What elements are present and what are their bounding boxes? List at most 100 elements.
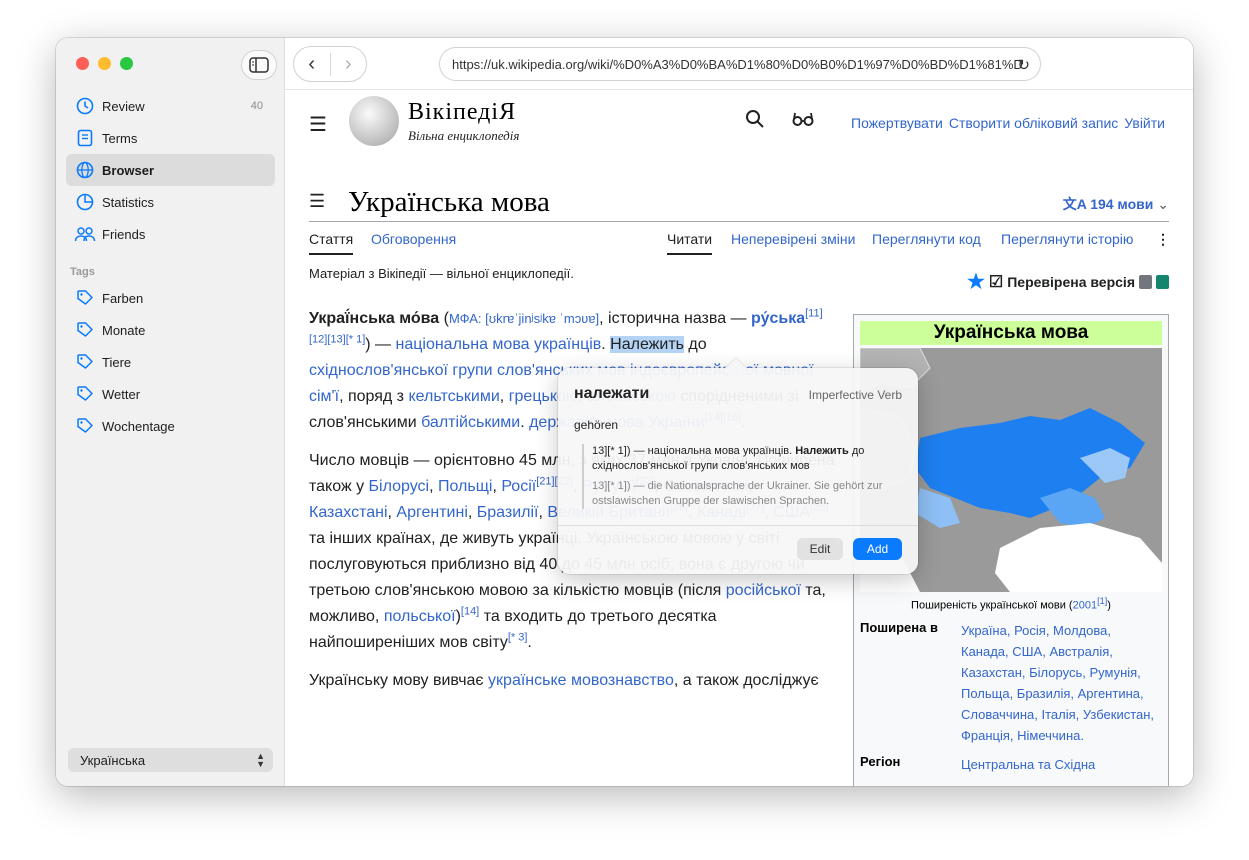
- chart-icon: [74, 191, 96, 213]
- sidebar-item-label: Terms: [102, 130, 138, 146]
- star-icon: ★: [966, 271, 985, 293]
- context-word: Належить: [795, 445, 849, 457]
- zoom-window-button[interactable]: [120, 57, 133, 70]
- forward-button[interactable]: ›: [329, 52, 367, 76]
- url-text: https://uk.wikipedia.org/wiki/%D0%A3%D0%…: [452, 56, 1023, 72]
- sidebar-item-label: Friends: [102, 226, 146, 242]
- sidebar-item-review[interactable]: Review 40: [66, 90, 275, 122]
- infobox-label: Регіон: [860, 753, 901, 769]
- tag-icon: [74, 351, 96, 373]
- main-menu-icon[interactable]: ☰: [309, 112, 327, 137]
- back-button[interactable]: ‹: [294, 53, 330, 76]
- close-window-button[interactable]: [76, 57, 89, 70]
- context-original: 13][* 1]) — національна мова українців. …: [592, 444, 902, 474]
- languages-button[interactable]: 文A 194 мови ⌄: [1063, 194, 1169, 214]
- article-paragraph: Українську мову вивчає українське мовозн…: [309, 672, 819, 689]
- wiki-logo-subtitle: Вільна енциклопедія: [408, 128, 520, 143]
- add-button[interactable]: Add: [853, 538, 902, 560]
- page-title: Українська мова: [348, 186, 550, 218]
- sidebar: Review 40 Terms Browser Statistics Frien…: [56, 38, 285, 786]
- context-translation: 13][* 1]) — die Nationalsprache der Ukra…: [592, 480, 883, 507]
- tag-icon: [74, 287, 96, 309]
- sidebar-item-browser[interactable]: Browser: [66, 154, 275, 186]
- tab-unreviewed-changes[interactable]: Неперевірені зміни: [731, 231, 855, 255]
- infobox-label: Поширена в: [860, 619, 938, 635]
- infobox-value[interactable]: Україна, Росія, Молдова, Канада, США, Ав…: [961, 620, 1162, 746]
- context-before: 13][* 1]) — національна мова українців.: [592, 445, 796, 457]
- tags-section-header: Tags: [70, 266, 95, 278]
- tab-read[interactable]: Читати: [667, 231, 713, 255]
- lock-plus-icon: [1156, 274, 1169, 289]
- popover-part-of-speech: Imperfective Verb: [808, 388, 902, 402]
- map-caption-ref[interactable]: [1]: [1097, 596, 1107, 606]
- infobox-value[interactable]: Центральна та Східна: [961, 754, 1162, 775]
- page-title-row: ☰ Українська мова 文A 194 мови ⌄: [309, 184, 1169, 222]
- sidebar-tag-label: Farben: [102, 290, 144, 306]
- sidebar-item-statistics[interactable]: Statistics: [66, 186, 275, 218]
- create-account-link[interactable]: Створити обліковий запис: [949, 115, 1118, 131]
- languages-label: 194 мови: [1090, 196, 1154, 212]
- chevron-updown-icon: ▲ ▼: [256, 751, 265, 769]
- map-caption-text: Поширеність української мови (: [911, 599, 1073, 612]
- map-caption: Поширеність української мови (2001[1]): [860, 596, 1162, 612]
- page-tabs: Стаття Обговорення Читати Неперевірені з…: [309, 231, 1170, 255]
- review-count-badge: 40: [250, 100, 263, 112]
- tag-icon: [74, 383, 96, 405]
- browser-toolbar: ‹ › https://uk.wikipedia.org/wiki/%D0%A3…: [285, 38, 1193, 90]
- sidebar-tag-monate[interactable]: Monate: [66, 314, 275, 346]
- tag-icon: [74, 319, 96, 341]
- verified-indicator[interactable]: ★ ☑ Перевірена версія: [967, 269, 1169, 294]
- sidebar-tag-wochentage[interactable]: Wochentage: [66, 410, 275, 442]
- sidebar-toggle-button[interactable]: [241, 50, 277, 80]
- site-sub: Матеріал з Вікіпедії — вільної енциклопе…: [309, 266, 574, 281]
- toc-icon[interactable]: ☰: [309, 191, 325, 212]
- reload-icon[interactable]: ↻: [1017, 56, 1030, 74]
- map-caption-close: ): [1107, 599, 1111, 612]
- verified-label: Перевірена версія: [1007, 273, 1135, 290]
- language-select[interactable]: Українська ▲ ▼: [68, 748, 273, 772]
- sidebar-tag-farben[interactable]: Farben: [66, 282, 275, 314]
- globe-icon: [74, 159, 96, 181]
- popover-divider: [558, 525, 918, 526]
- wikipedia-logo[interactable]: [349, 96, 399, 146]
- url-bar[interactable]: https://uk.wikipedia.org/wiki/%D0%A3%D0%…: [439, 47, 1041, 81]
- popover-context: 13][* 1]) — національна мова українців. …: [582, 444, 902, 509]
- map-caption-link[interactable]: 2001: [1073, 600, 1097, 612]
- lock-icon: [1139, 274, 1152, 289]
- minimize-window-button[interactable]: [98, 57, 111, 70]
- glasses-icon[interactable]: [792, 111, 814, 132]
- donate-link[interactable]: Пожертвувати: [851, 115, 943, 131]
- language-select-value: Українська: [80, 752, 146, 768]
- sidebar-tag-wetter[interactable]: Wetter: [66, 378, 275, 410]
- people-icon: [74, 223, 96, 245]
- sidebar-tag-label: Monate: [102, 322, 146, 338]
- search-icon[interactable]: [745, 109, 765, 134]
- nav-buttons: ‹ ›: [293, 46, 367, 82]
- sidebar-item-terms[interactable]: Terms: [66, 122, 275, 154]
- clock-icon: [74, 95, 96, 117]
- sidebar-item-label: Browser: [102, 162, 155, 178]
- sidebar-item-label: Statistics: [102, 194, 155, 210]
- login-link[interactable]: Увійти: [1124, 115, 1165, 131]
- tab-article[interactable]: Стаття: [309, 231, 354, 255]
- wiki-logo-title: ВікіпедіЯ: [408, 99, 517, 125]
- infobox-row-region: Регіон Центральна та Східна: [860, 754, 1162, 775]
- sidebar-tag-tiere[interactable]: Tiere: [66, 346, 275, 378]
- popover-word: належати: [574, 385, 650, 402]
- tab-talk[interactable]: Обговорення: [371, 231, 456, 255]
- sidebar-item-friends[interactable]: Friends: [66, 218, 275, 250]
- book-icon: [74, 127, 96, 149]
- translate-icon: 文A: [1062, 196, 1087, 212]
- tag-icon: [74, 415, 96, 437]
- sidebar-item-label: Review: [102, 98, 145, 114]
- chevron-down-icon: ⌄: [1157, 196, 1169, 212]
- tab-view-source[interactable]: Переглянути код: [872, 231, 981, 255]
- sidebar-toggle-icon: [249, 57, 269, 73]
- tab-view-history[interactable]: Переглянути історію: [1001, 231, 1133, 255]
- more-actions-icon[interactable]: ⋮: [1156, 231, 1170, 255]
- word-popover: належати Imperfective Verb gehören 13][*…: [558, 356, 918, 574]
- wiki-header: ☰ ВікіпедіЯ Вільна енциклопедія Пожертву…: [309, 91, 1169, 161]
- sidebar-tag-label: Tiere: [102, 354, 132, 370]
- infobox-row-spread: Поширена в Україна, Росія, Молдова, Кана…: [860, 620, 1162, 746]
- edit-button[interactable]: Edit: [797, 538, 843, 560]
